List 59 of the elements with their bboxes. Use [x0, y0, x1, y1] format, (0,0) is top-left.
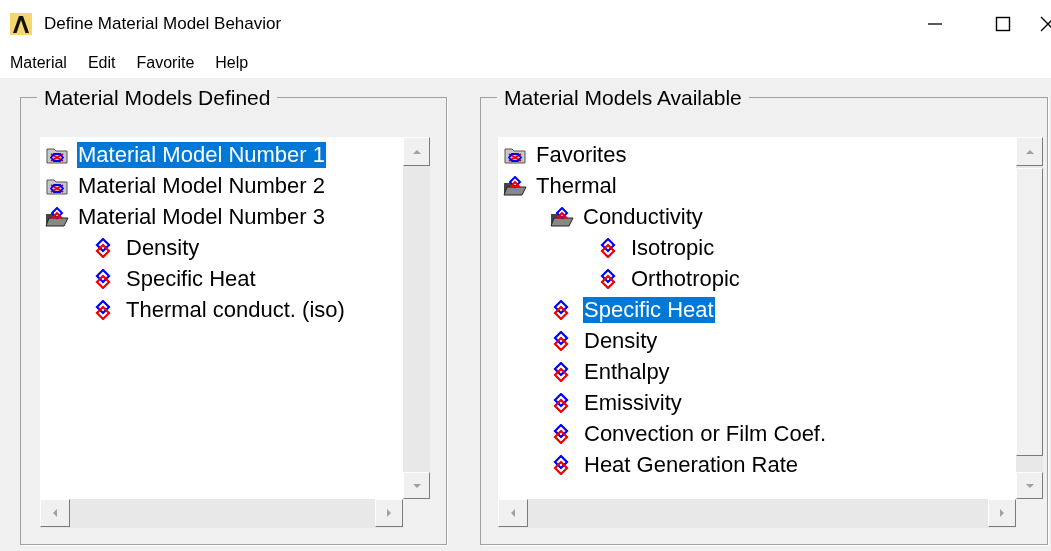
tree-item[interactable]: Conductivity — [582, 203, 704, 230]
material-item-icon — [95, 237, 111, 258]
scroll-right-button[interactable] — [988, 499, 1016, 527]
material-item-icon — [553, 361, 569, 382]
tree-item[interactable]: Thermal conduct. (iso) — [125, 296, 346, 323]
tree-item[interactable]: Favorites — [535, 141, 628, 168]
scroll-right-button[interactable] — [375, 499, 403, 527]
material-item-icon — [553, 423, 569, 444]
tree-item[interactable]: Isotropic — [630, 234, 716, 261]
scroll-down-button[interactable] — [1016, 472, 1043, 499]
tree-item[interactable]: Convection or Film Coef. — [583, 420, 828, 447]
arrow-right-icon — [387, 509, 391, 517]
tree-item[interactable]: Emissivity — [583, 389, 683, 416]
app-logo-icon — [10, 13, 32, 35]
menu-item[interactable]: Help — [215, 51, 249, 75]
tree-item[interactable]: Density — [583, 327, 659, 354]
folder-icon — [46, 176, 68, 195]
open-folder-icon — [550, 206, 574, 227]
tree-item[interactable]: Material Model Number 3 — [77, 203, 326, 230]
folder-icon — [46, 145, 68, 164]
tree-item[interactable]: Orthotropic — [630, 265, 741, 292]
arrow-down-icon — [1025, 483, 1034, 488]
arrow-up-icon — [412, 149, 421, 154]
scroll-down-button[interactable] — [403, 472, 430, 499]
arrow-right-icon — [1000, 509, 1004, 517]
material-item-icon — [600, 268, 616, 289]
material-item-icon — [95, 268, 111, 289]
arrow-up-icon — [1025, 149, 1034, 154]
menu-item[interactable]: Edit — [87, 51, 116, 75]
tree-item[interactable]: Enthalpy — [583, 358, 671, 385]
open-folder-icon — [503, 175, 527, 196]
arrow-down-icon — [412, 483, 421, 488]
scroll-up-button[interactable] — [403, 137, 430, 166]
scroll-up-button[interactable] — [1016, 137, 1043, 166]
tree-item[interactable]: Specific Heat — [125, 265, 257, 292]
window-title: Define Material Model Behavior — [44, 13, 282, 36]
material-item-icon — [553, 392, 569, 413]
arrow-left-icon — [53, 509, 57, 517]
minimize-icon — [928, 23, 942, 25]
material-item-icon — [553, 330, 569, 351]
material-item-icon — [553, 454, 569, 475]
arrow-left-icon — [511, 509, 515, 517]
maximize-icon — [995, 16, 1011, 32]
tree-item[interactable]: Material Model Number 1 — [77, 141, 326, 168]
tree-item[interactable]: Density — [125, 234, 201, 261]
menu-item[interactable]: Material — [10, 51, 67, 75]
material-item-icon — [553, 299, 569, 320]
open-folder-icon — [45, 206, 69, 227]
tree-item[interactable]: Heat Generation Rate — [583, 451, 800, 478]
tree-item[interactable]: Thermal — [535, 172, 618, 199]
scroll-left-button[interactable] — [498, 499, 528, 527]
material-item-icon — [600, 237, 616, 258]
folder-icon — [504, 145, 526, 164]
scroll-left-button[interactable] — [40, 499, 70, 527]
tree-item[interactable]: Material Model Number 2 — [77, 172, 326, 199]
material-item-icon — [95, 299, 111, 320]
menu-item[interactable]: Favorite — [136, 51, 195, 75]
tree-item[interactable]: Specific Heat — [583, 296, 715, 323]
scrollbar-thumb[interactable] — [1016, 168, 1043, 456]
